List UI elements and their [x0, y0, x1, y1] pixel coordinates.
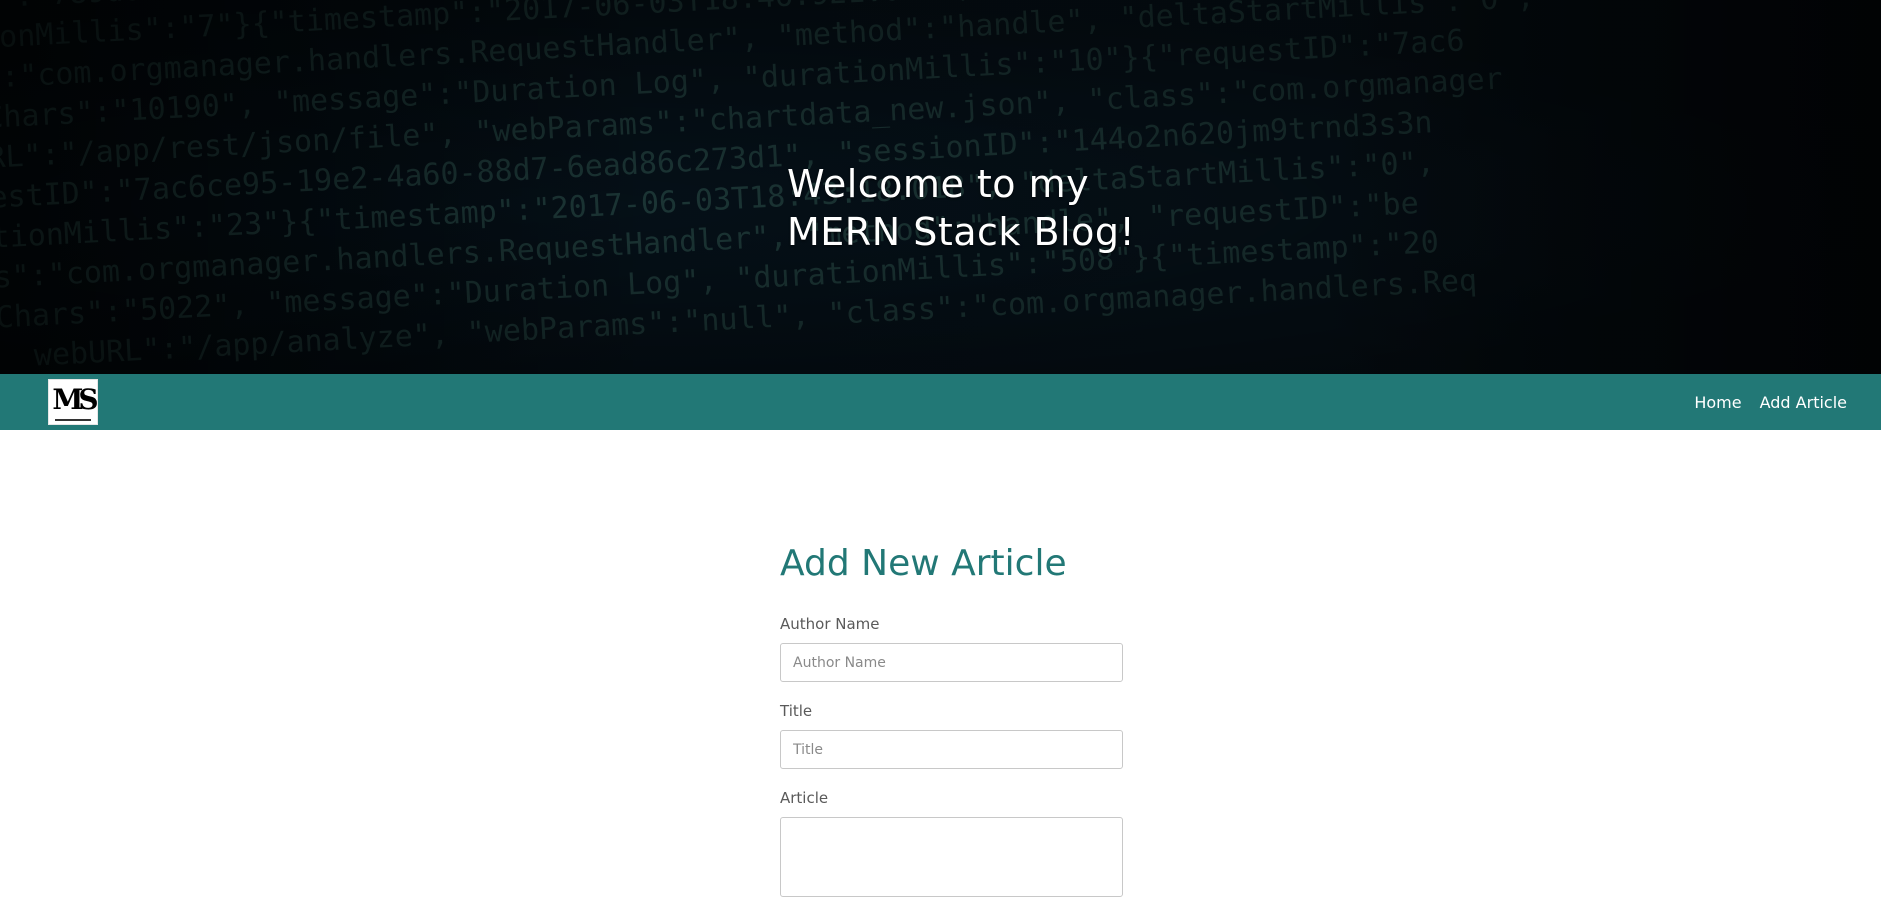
add-article-form: Add New Article Author Name Title Articl… [780, 540, 1140, 916]
author-name-label: Author Name [780, 615, 880, 633]
nav-links: Home Add Article [1694, 374, 1847, 430]
nav-link-home[interactable]: Home [1694, 393, 1741, 412]
form-heading: Add New Article [780, 543, 1067, 584]
hero-title-line2: MERN Stack Blog! [787, 210, 1136, 254]
hero-banner: Id":"789d89cb-bfa8-4e7d-8047-498454af885… [0, 0, 1881, 374]
article-textarea[interactable] [780, 817, 1123, 897]
ms-creative-logo-icon[interactable]: MS [48, 379, 99, 425]
nav-link-add-article[interactable]: Add Article [1760, 393, 1847, 412]
title-input[interactable] [780, 730, 1123, 769]
navbar: MS Home Add Article [0, 374, 1881, 430]
article-label: Article [780, 789, 829, 807]
author-name-input[interactable] [780, 643, 1123, 682]
hero-title: Welcome to my MERN Stack Blog! [787, 160, 1207, 256]
hero-title-line1: Welcome to my [787, 162, 1090, 206]
title-label: Title [780, 702, 813, 720]
